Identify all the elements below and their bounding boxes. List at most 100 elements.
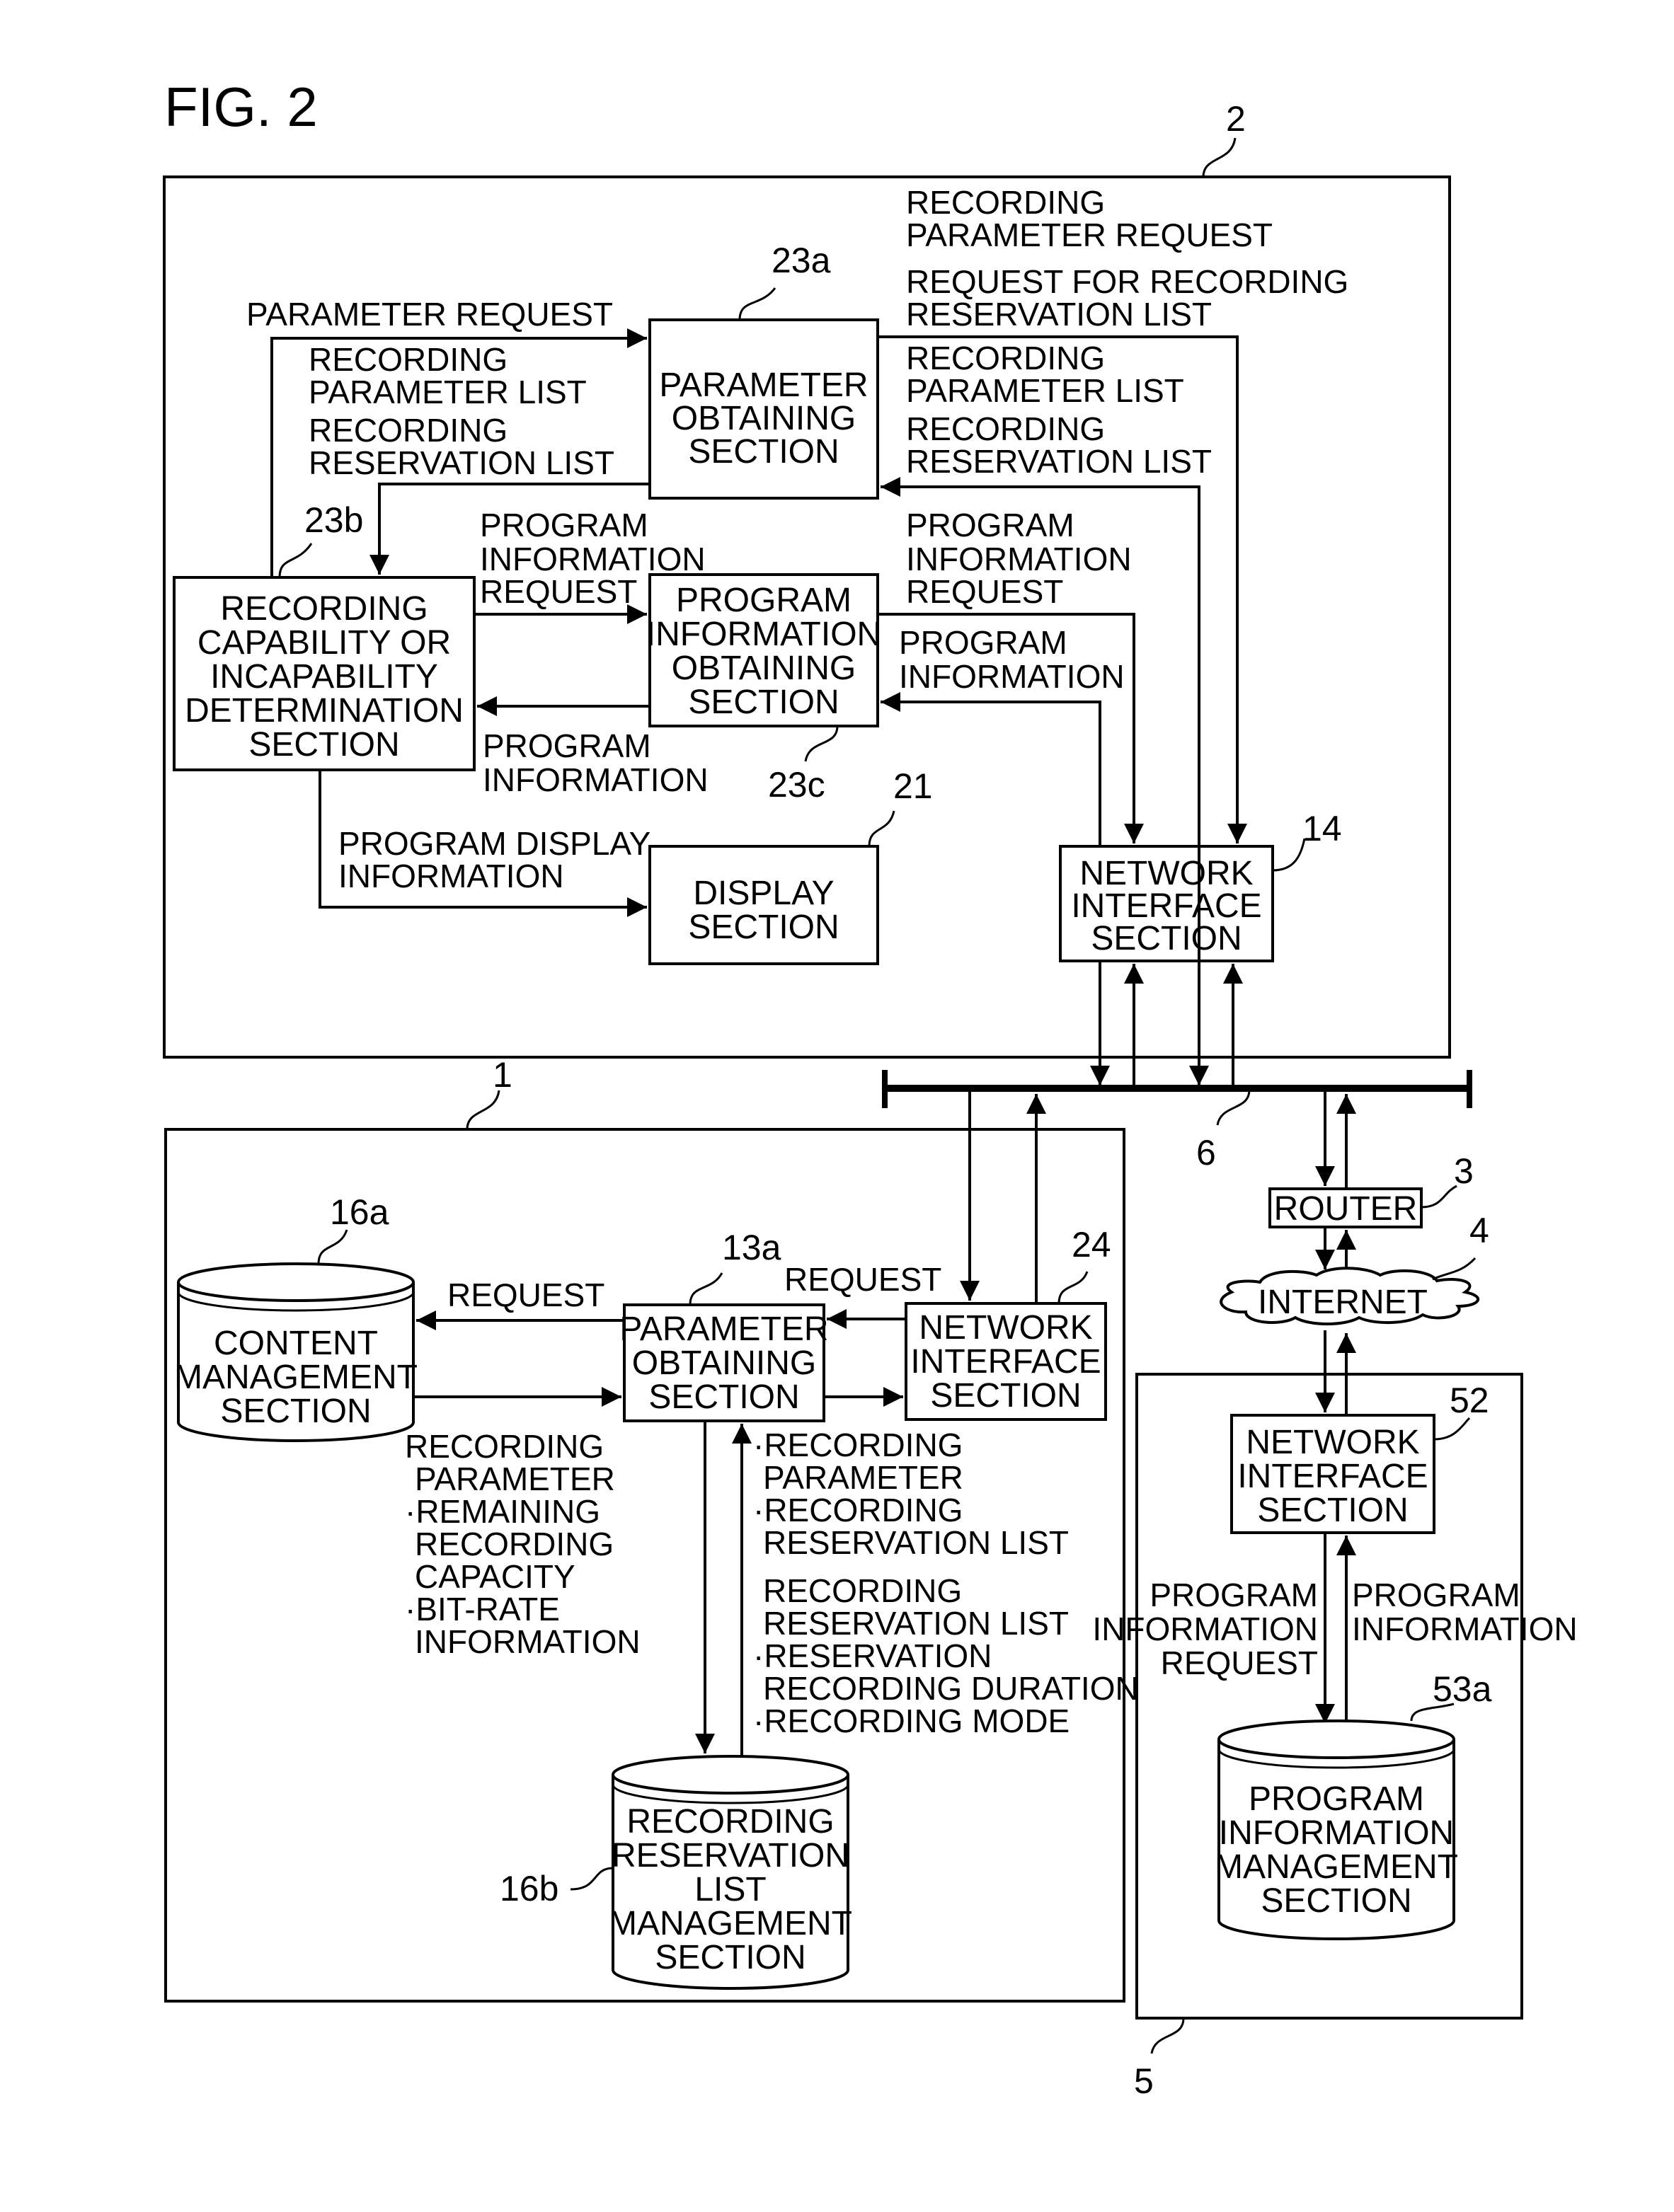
- svg-text:RECORDING: RECORDING: [220, 590, 428, 628]
- ref-21-leader: [868, 810, 895, 847]
- svg-text:CONTENT: CONTENT: [214, 1325, 378, 1362]
- svg-text:REQUEST: REQUEST: [784, 1261, 941, 1298]
- label-pos-output: ·RECORDING PARAMETER ·RECORDING RESERVAT…: [753, 1427, 1069, 1561]
- svg-text:RESERVATION LIST: RESERVATION LIST: [763, 1524, 1069, 1561]
- svg-text:PROGRAM DISPLAY: PROGRAM DISPLAY: [338, 825, 650, 862]
- svg-text:RESERVATION LIST: RESERVATION LIST: [906, 296, 1212, 333]
- label-rec-param-request: RECORDING PARAMETER REQUEST: [906, 184, 1273, 253]
- svg-text:NETWORK: NETWORK: [919, 1309, 1092, 1347]
- svg-text:PARAMETER REQUEST: PARAMETER REQUEST: [246, 296, 613, 333]
- ref-52: 52: [1450, 1381, 1489, 1420]
- svg-text:INFORMATION: INFORMATION: [906, 541, 1132, 577]
- label-rec-param-list-left: RECORDING PARAMETER LIST RECORDING RESER…: [309, 341, 614, 481]
- ref-24-leader: [1057, 1271, 1089, 1304]
- svg-text:INFORMATION: INFORMATION: [1352, 1611, 1578, 1647]
- ref-23a-leader: [738, 287, 776, 321]
- ref-6: 6: [1196, 1133, 1216, 1173]
- svg-text:INFORMATION: INFORMATION: [483, 761, 709, 798]
- svg-text:INFORMATION: INFORMATION: [646, 616, 881, 653]
- figure-title: FIG. 2: [164, 76, 318, 138]
- internet-label: INTERNET: [1258, 1284, 1428, 1321]
- svg-text:PARAMETER: PARAMETER: [415, 1461, 615, 1497]
- svg-text:LIST: LIST: [694, 1871, 766, 1908]
- svg-text:INFORMATION: INFORMATION: [338, 858, 564, 894]
- block-text-14: NETWORK INTERFACE SECTION: [1071, 855, 1261, 957]
- svg-text:PARAMETER LIST: PARAMETER LIST: [906, 372, 1184, 409]
- ref-24: 24: [1072, 1225, 1111, 1265]
- bus-left-terminator: [882, 1070, 888, 1108]
- svg-text:·RESERVATION: ·RESERVATION: [753, 1637, 992, 1674]
- svg-text:·REMAINING: ·REMAINING: [405, 1493, 600, 1530]
- svg-text:·BIT-RATE: ·BIT-RATE: [405, 1591, 560, 1628]
- ref-4-leader: [1432, 1257, 1477, 1281]
- ref-23c-leader: [804, 725, 839, 762]
- svg-text:SECTION: SECTION: [220, 1393, 371, 1430]
- ref-23b-leader: [278, 543, 313, 578]
- ref-23c: 23c: [768, 765, 825, 805]
- svg-text:RECORDING: RECORDING: [626, 1803, 834, 1841]
- ref-13a: 13a: [722, 1228, 781, 1267]
- svg-text:REQUEST FOR RECORDING: REQUEST FOR RECORDING: [906, 263, 1348, 300]
- svg-text:RECORDING: RECORDING: [906, 410, 1105, 447]
- svg-text:PROGRAM: PROGRAM: [1352, 1577, 1520, 1613]
- ref-52-leader: [1433, 1417, 1471, 1441]
- svg-text:SECTION: SECTION: [1261, 1882, 1411, 1920]
- ref-16a: 16a: [330, 1192, 389, 1232]
- svg-text:INFORMATION: INFORMATION: [415, 1623, 641, 1660]
- ref-5-leader: [1150, 2017, 1185, 2054]
- svg-text:REQUEST: REQUEST: [906, 573, 1063, 610]
- svg-text:RECORDING DURATION: RECORDING DURATION: [763, 1670, 1139, 1707]
- label-prog-info-request-right: PROGRAM INFORMATION REQUEST: [906, 507, 1132, 610]
- router-label: ROUTER: [1274, 1190, 1418, 1228]
- svg-text:SECTION: SECTION: [655, 1939, 806, 1976]
- svg-text:SECTION: SECTION: [648, 1378, 799, 1416]
- ref-13a-leader: [689, 1272, 723, 1306]
- ref-53a: 53a: [1433, 1669, 1492, 1709]
- svg-text:REQUEST: REQUEST: [1161, 1644, 1318, 1681]
- label-server-prog-info: PROGRAM INFORMATION: [1352, 1577, 1578, 1647]
- ref-16b: 16b: [500, 1869, 558, 1908]
- label-rrl-output: RECORDING RESERVATION LIST ·RESERVATION …: [753, 1572, 1139, 1739]
- svg-text:PROGRAM: PROGRAM: [480, 507, 648, 543]
- svg-text:RECORDING: RECORDING: [415, 1526, 614, 1562]
- svg-text:PARAMETER LIST: PARAMETER LIST: [309, 374, 587, 410]
- svg-text:SECTION: SECTION: [930, 1377, 1081, 1415]
- fig2-diagram: FIG. 2 2 PARAMETER OBTAINING SECTION 23a…: [163, 76, 1578, 2101]
- label-request-right: REQUEST: [784, 1261, 941, 1298]
- label-server-prog-info-request: PROGRAM INFORMATION REQUEST: [1092, 1577, 1318, 1681]
- ref-6-leader: [1216, 1089, 1251, 1126]
- ref-21: 21: [893, 766, 933, 806]
- block-text-21: DISPLAY SECTION: [688, 875, 839, 946]
- ref-14: 14: [1302, 809, 1342, 848]
- svg-text:SECTION: SECTION: [688, 433, 839, 471]
- svg-text:PROGRAM: PROGRAM: [1249, 1780, 1424, 1818]
- svg-text:SECTION: SECTION: [688, 909, 839, 946]
- svg-text:SECTION: SECTION: [248, 726, 399, 764]
- svg-text:RESERVATION LIST: RESERVATION LIST: [309, 444, 614, 481]
- ref-16a-leader: [317, 1229, 348, 1265]
- ref-4: 4: [1469, 1211, 1489, 1250]
- svg-text:NETWORK: NETWORK: [1246, 1424, 1419, 1461]
- svg-text:PROGRAM: PROGRAM: [906, 507, 1074, 543]
- ref-1-leader: [466, 1090, 500, 1130]
- svg-text:INFORMATION: INFORMATION: [1219, 1814, 1454, 1852]
- svg-text:·RECORDING MODE: ·RECORDING MODE: [753, 1703, 1070, 1739]
- block-text-24: NETWORK INTERFACE SECTION: [910, 1309, 1101, 1415]
- svg-text:CAPACITY: CAPACITY: [415, 1558, 575, 1595]
- svg-text:SECTION: SECTION: [688, 684, 839, 721]
- svg-text:PROGRAM: PROGRAM: [483, 727, 651, 764]
- ref-3: 3: [1454, 1151, 1474, 1191]
- svg-text:MANAGEMENT: MANAGEMENT: [174, 1359, 418, 1396]
- label-cms-output: RECORDING PARAMETER ·REMAINING RECORDING…: [405, 1428, 641, 1660]
- ref-14-leader: [1272, 838, 1306, 872]
- svg-text:RECORDING: RECORDING: [906, 340, 1105, 376]
- svg-text:PROGRAM: PROGRAM: [1150, 1577, 1318, 1613]
- svg-text:OBTAINING: OBTAINING: [672, 650, 856, 687]
- svg-text:OBTAINING: OBTAINING: [672, 400, 856, 437]
- svg-text:INFORMATION: INFORMATION: [1092, 1611, 1318, 1647]
- svg-text:INCAPABILITY: INCAPABILITY: [210, 658, 438, 696]
- svg-text:INTERFACE: INTERFACE: [910, 1343, 1101, 1381]
- svg-text:RECORDING: RECORDING: [405, 1428, 604, 1465]
- block-text-23a: PARAMETER OBTAINING SECTION: [659, 367, 868, 471]
- svg-text:SECTION: SECTION: [1091, 920, 1242, 957]
